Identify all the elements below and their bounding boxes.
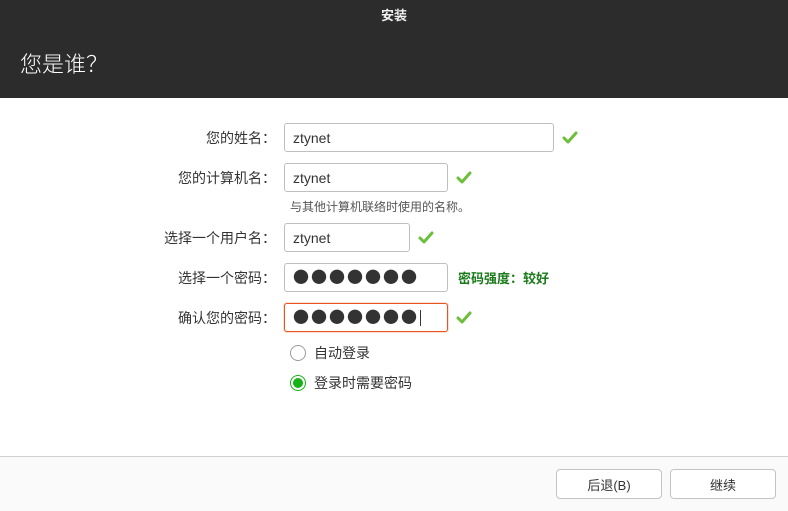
radio-icon [290, 375, 306, 391]
check-icon [562, 130, 578, 146]
footer: 后退(B) 继续 [0, 456, 788, 511]
text-caret [420, 310, 421, 326]
page-title: 您是谁？ [20, 47, 108, 79]
auto-login-radio[interactable]: 自动登录 [290, 343, 788, 363]
password-input[interactable]: ●●●●●●● [284, 263, 448, 292]
form-area: 您的姓名： 您的计算机名： 与其他计算机联络时使用的名称。 选择一个用户名： 选… [0, 98, 788, 393]
password-label: 选择一个密码： [0, 268, 284, 288]
confirm-mask: ●●●●●●● [293, 310, 419, 326]
window-titlebar: 安装 [0, 0, 788, 28]
check-icon [418, 230, 434, 246]
require-password-radio[interactable]: 登录时需要密码 [290, 373, 788, 393]
password-mask: ●●●●●●● [293, 270, 419, 286]
confirm-password-input[interactable]: ●●●●●●● [284, 303, 448, 332]
radio-icon [290, 345, 306, 361]
check-icon [456, 170, 472, 186]
name-label: 您的姓名： [0, 128, 284, 148]
confirm-label: 确认您的密码： [0, 308, 284, 328]
computer-name-input[interactable] [284, 163, 448, 192]
back-button[interactable]: 后退(B) [556, 469, 662, 499]
username-input[interactable] [284, 223, 410, 252]
login-options: 自动登录 登录时需要密码 [290, 343, 788, 393]
check-icon [456, 310, 472, 326]
page-header: 您是谁？ [0, 28, 788, 98]
name-input[interactable] [284, 123, 554, 152]
continue-button[interactable]: 继续 [670, 469, 776, 499]
window-title: 安装 [381, 5, 407, 24]
require-password-label: 登录时需要密码 [314, 373, 412, 393]
computer-hint: 与其他计算机联络时使用的名称。 [290, 198, 788, 215]
password-strength: 密码强度：较好 [458, 268, 549, 287]
username-label: 选择一个用户名： [0, 228, 284, 248]
auto-login-label: 自动登录 [314, 343, 370, 363]
computer-label: 您的计算机名： [0, 168, 284, 188]
